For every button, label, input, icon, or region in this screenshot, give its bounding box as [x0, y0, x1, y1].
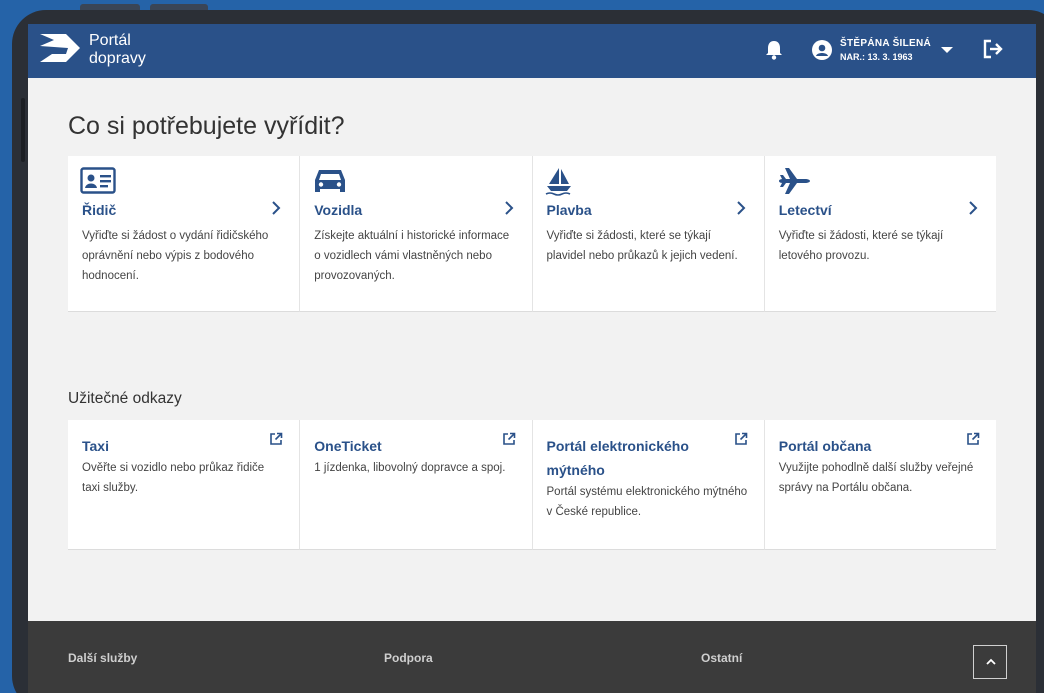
link-description: 1 jízdenka, libovolný dopravce a spoj.: [314, 462, 506, 474]
footer-item-podpora[interactable]: Podpora: [384, 651, 433, 665]
external-link-icon[interactable]: [966, 432, 980, 446]
service-title[interactable]: Plavba: [547, 202, 592, 218]
chevron-right-icon[interactable]: [504, 200, 514, 216]
link-description: Ověřte si vozidlo nebo průkaz řidiče tax…: [82, 462, 265, 494]
scroll-to-top-button[interactable]: [973, 645, 1007, 679]
service-title[interactable]: Vozidla: [314, 202, 362, 218]
external-link-icon[interactable]: [269, 432, 283, 446]
top-navigation-bar: Portál dopravy ŠTĚPÁNA ŠILENÁ NAR.: 13. …: [28, 24, 1036, 78]
id-card-icon: [80, 167, 116, 194]
link-card-taxi[interactable]: Taxi Ověřte si vozidlo nebo průkaz řidič…: [68, 420, 301, 550]
tablet-side-button: [21, 98, 25, 162]
service-description: Vyřiďte si žádosti, které se týkají plav…: [546, 230, 738, 262]
sailboat-icon: [545, 168, 571, 196]
chevron-right-icon[interactable]: [968, 200, 978, 216]
logout-icon[interactable]: [982, 38, 1004, 60]
service-description: Získejte aktuální i historické informace…: [314, 230, 510, 282]
service-title[interactable]: Letectví: [779, 202, 832, 218]
caret-down-icon[interactable]: [940, 46, 954, 54]
service-description: Vyřiďte si žádost o vydání řidičského op…: [82, 230, 269, 282]
link-card-oneticket[interactable]: OneTicket 1 jízdenka, libovolný dopravce…: [300, 420, 533, 550]
page-title: Co si potřebujete vyřídit?: [68, 112, 345, 140]
service-card-ridic[interactable]: Řidič Vyřiďte si žádost o vydání řidičsk…: [68, 156, 301, 312]
service-card-plavba[interactable]: Plavba Vyřiďte si žádosti, které se týka…: [532, 156, 765, 312]
service-card-vozidla[interactable]: Vozidla Získejte aktuální i historické i…: [300, 156, 533, 312]
link-title[interactable]: Portál občana: [779, 434, 952, 458]
chevron-right-icon[interactable]: [736, 200, 746, 216]
footer: Další služby Podpora Ostatní: [28, 621, 1036, 693]
link-description: Portál systému elektronického mýtného v …: [546, 486, 748, 518]
service-description: Vyřiďte si žádosti, které se týkají leto…: [778, 230, 944, 262]
chevron-right-icon[interactable]: [271, 200, 281, 216]
service-cards: Řidič Vyřiďte si žádost o vydání řidičsk…: [68, 156, 996, 312]
user-avatar-icon[interactable]: [812, 40, 832, 60]
user-name[interactable]: ŠTĚPÁNA ŠILENÁ: [840, 38, 931, 49]
portal-brand[interactable]: Portál dopravy: [89, 32, 146, 68]
brand-line-2: dopravy: [89, 50, 146, 67]
useful-links: Taxi Ověřte si vozidlo nebo průkaz řidič…: [68, 420, 996, 550]
footer-item-dalsi-sluzby[interactable]: Další služby: [68, 651, 137, 665]
brand-line-1: Portál: [89, 32, 131, 49]
service-card-letectvi[interactable]: Letectví Vyřiďte si žádosti, které se tý…: [764, 156, 996, 312]
screen: Portál dopravy ŠTĚPÁNA ŠILENÁ NAR.: 13. …: [28, 24, 1036, 693]
link-title[interactable]: OneTicket: [314, 434, 487, 458]
user-birth-date: NAR.: 13. 3. 1963: [840, 52, 913, 62]
link-title[interactable]: Taxi: [82, 434, 255, 458]
link-title[interactable]: Portál elektronického mýtného: [547, 434, 720, 482]
portal-logo-icon[interactable]: [38, 32, 82, 66]
service-title[interactable]: Řidič: [82, 202, 116, 218]
airplane-icon: [778, 168, 810, 194]
car-icon: [315, 170, 346, 192]
bell-icon[interactable]: [764, 39, 784, 61]
external-link-icon[interactable]: [502, 432, 516, 446]
link-card-myto[interactable]: Portál elektronického mýtného Portál sys…: [532, 420, 765, 550]
footer-item-ostatni[interactable]: Ostatní: [701, 651, 742, 665]
link-card-portal-obcana[interactable]: Portál občana Využijte pohodlně další sl…: [764, 420, 996, 550]
external-link-icon[interactable]: [734, 432, 748, 446]
link-description: Využijte pohodlně další služby veřejné s…: [778, 462, 974, 494]
useful-links-heading: Užitečné odkazy: [68, 390, 182, 407]
chevron-up-icon: [986, 658, 996, 665]
